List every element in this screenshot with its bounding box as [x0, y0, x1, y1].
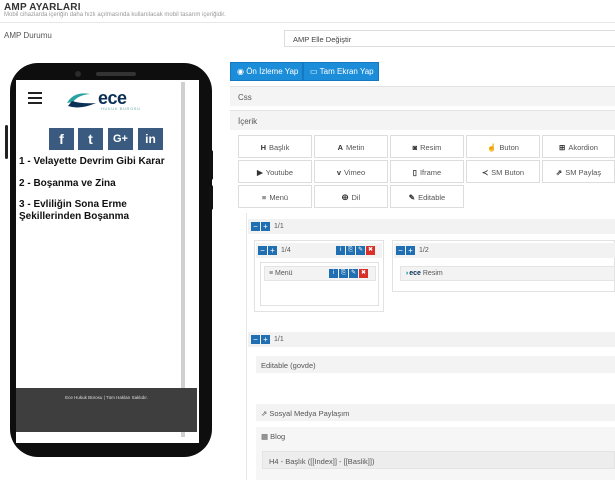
plus-icon[interactable]: +: [406, 246, 415, 255]
plus-icon[interactable]: +: [261, 335, 270, 344]
preview-scrollbar[interactable]: [181, 82, 185, 437]
phone-side-button: [209, 185, 213, 210]
image-element-logo: ece: [409, 270, 421, 277]
phone-side-button: [5, 125, 8, 159]
column-ratio: 1/2: [419, 247, 429, 254]
monitor-icon: ▭: [310, 67, 320, 76]
edit-icon[interactable]: ✎: [356, 246, 365, 255]
editable-block[interactable]: Editable (govde): [256, 356, 615, 373]
grid-icon: ▦: [261, 432, 271, 441]
plus-icon[interactable]: +: [268, 246, 277, 255]
heading-icon: H: [260, 143, 266, 152]
preview-menu-item[interactable]: 1 - Velayette Devrim Gibi Karar: [19, 156, 189, 168]
row-header: − +1/1: [248, 219, 615, 234]
plus-square-icon: ⊞: [559, 143, 566, 152]
column-ratio: 1/4: [281, 247, 291, 254]
preview-button[interactable]: ◉ Ön İzleme Yap: [230, 62, 303, 81]
plus-icon[interactable]: +: [261, 222, 270, 231]
tool-language[interactable]: ⴲ Dil: [314, 185, 388, 208]
phone-side-button: [209, 150, 213, 180]
image-element[interactable]: ◗ece Resim: [400, 266, 615, 281]
language-icon: ⴲ: [341, 193, 349, 202]
pencil-icon: ✎: [408, 193, 416, 202]
list-icon: ≡: [261, 193, 267, 202]
text-icon: A: [337, 143, 344, 152]
facebook-icon[interactable]: f: [49, 128, 74, 150]
logo-subtext: HUKUK BÜROSU: [101, 106, 141, 111]
amp-status-select[interactable]: AMP Elle Değiştir: [284, 30, 615, 47]
row-ratio: 1/1: [274, 223, 284, 230]
fullscreen-button-label: Tam Ekran Yap: [319, 67, 374, 76]
preview-footer-text: Ece Hukuk Bürosu | Tüm Hakları Saklıdır.: [65, 395, 148, 400]
twitter-icon[interactable]: t: [78, 128, 103, 150]
camera-icon: ◙: [412, 143, 418, 152]
tool-iframe[interactable]: ▯ Iframe: [390, 160, 464, 183]
eye-icon: ◉: [237, 67, 247, 76]
info-icon[interactable]: i: [336, 246, 345, 255]
row-ratio: 1/1: [274, 336, 284, 343]
logo-icon: [67, 93, 96, 108]
info-icon[interactable]: i: [329, 269, 338, 278]
tool-text[interactable]: A Metin: [314, 135, 388, 158]
preview-menu-item[interactable]: 3 - Evliliğin Sona Erme Şekillerinden Bo…: [19, 199, 189, 223]
row-header: − +1/1: [248, 332, 615, 347]
phone-speaker: [96, 72, 136, 76]
tool-image[interactable]: ◙ Resim: [390, 135, 464, 158]
pointer-icon: ☝: [487, 143, 497, 152]
edit-icon[interactable]: ✎: [349, 269, 358, 278]
tool-sm-button[interactable]: ≺ SM Buton: [466, 160, 540, 183]
minus-icon[interactable]: −: [251, 222, 260, 231]
amp-status-label: AMP Durumu: [4, 31, 52, 40]
preview-button-label: Ön İzleme Yap: [246, 67, 299, 76]
minus-icon[interactable]: −: [396, 246, 405, 255]
divider: [0, 22, 615, 23]
book-icon: ▯: [412, 168, 417, 177]
image-element-label: Resim: [422, 270, 443, 277]
copy-icon[interactable]: ⎘: [346, 246, 355, 255]
column-header: − +1/4 i ⎘ ✎ ✖: [256, 243, 382, 258]
column-header: − +1/2: [394, 243, 615, 258]
share-icon: ≺: [481, 168, 489, 177]
tool-sm-share[interactable]: ⇗ SM Paylaş: [542, 160, 615, 183]
tool-accordion[interactable]: ⊞ Akordion: [542, 135, 615, 158]
social-share-block[interactable]: ⇗ Sosyal Medya Paylaşım: [256, 404, 615, 421]
phone-camera: [75, 71, 81, 77]
tool-menu[interactable]: ≡ Menü: [238, 185, 312, 208]
tool-button[interactable]: ☝ Buton: [466, 135, 540, 158]
copy-icon[interactable]: ⎘: [339, 269, 348, 278]
preview-menu-item[interactable]: 2 - Boşanma ve Zina: [19, 178, 189, 190]
hamburger-menu-icon[interactable]: [28, 92, 42, 104]
minus-icon[interactable]: −: [251, 335, 260, 344]
tool-youtube[interactable]: ▶ Youtube: [238, 160, 312, 183]
minus-icon[interactable]: −: [258, 246, 267, 255]
fullscreen-button[interactable]: ▭ Tam Ekran Yap: [303, 62, 379, 81]
trash-icon[interactable]: ✖: [366, 246, 375, 255]
content-section-header[interactable]: İçerik: [230, 110, 615, 130]
blog-item-element[interactable]: H4 - Başlık ([[Index]] - [[Baslik]]): [262, 451, 615, 469]
tool-vimeo[interactable]: v Vimeo: [314, 160, 388, 183]
page-subtitle: Mobil cihazlarda içeriğin daha hızlı açı…: [4, 12, 226, 18]
share-square-icon: ⇗: [555, 168, 563, 177]
tool-editable[interactable]: ✎ Editable: [390, 185, 464, 208]
vimeo-icon: v: [336, 168, 342, 177]
video-icon: ▶: [256, 168, 263, 177]
tool-heading[interactable]: H Başlık: [238, 135, 312, 158]
trash-icon[interactable]: ✖: [359, 269, 368, 278]
google-plus-icon[interactable]: G+: [108, 128, 133, 150]
menu-element[interactable]: ≡ Menü i ⎘ ✎ ✖: [264, 266, 376, 281]
linkedin-icon[interactable]: in: [138, 128, 163, 150]
css-section-header[interactable]: Css: [230, 86, 615, 106]
